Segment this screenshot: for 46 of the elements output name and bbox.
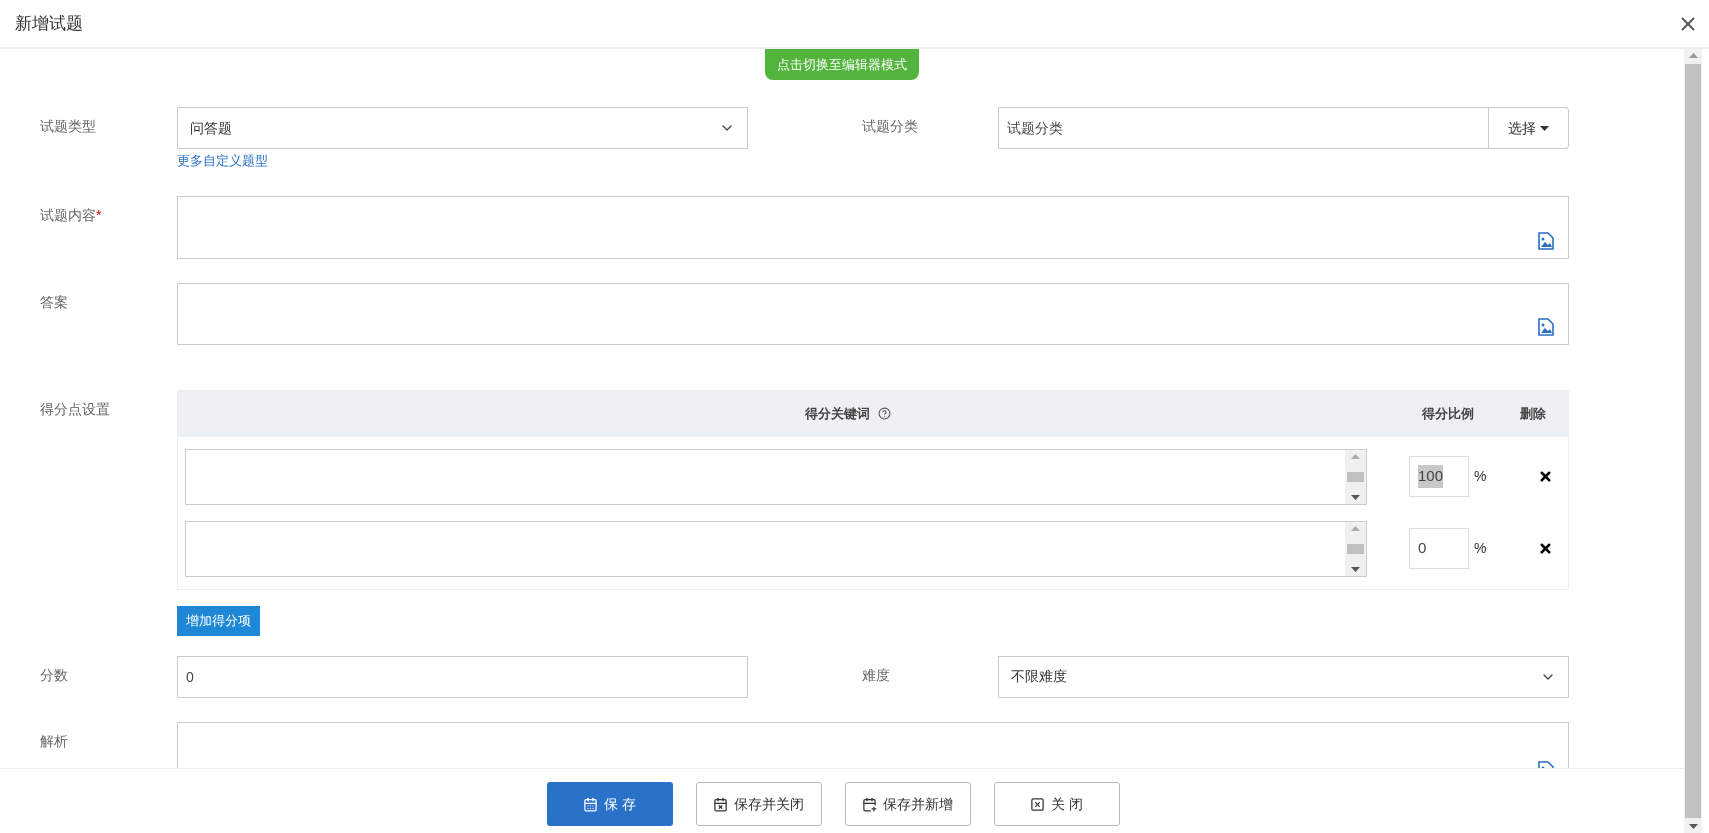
image-icon[interactable] bbox=[1538, 317, 1554, 336]
footer-button[interactable]: 保 存 bbox=[546, 782, 673, 826]
scroll-up-icon[interactable] bbox=[1351, 525, 1360, 531]
scroll-down-icon[interactable] bbox=[1351, 494, 1360, 500]
button-icon bbox=[713, 796, 728, 812]
scroll-down-icon[interactable] bbox=[1351, 566, 1360, 572]
field-label: 试题类型 bbox=[40, 118, 96, 134]
footer-button[interactable]: 关 闭 bbox=[993, 782, 1120, 826]
button-icon bbox=[862, 796, 877, 812]
scroll-up-icon[interactable] bbox=[1688, 53, 1698, 58]
footer-button[interactable]: 保存并关闭 bbox=[695, 782, 822, 826]
field-label: 答案 bbox=[40, 293, 68, 310]
button-icon bbox=[1030, 796, 1046, 812]
field-label: 分数 bbox=[40, 666, 68, 683]
caret-icon bbox=[1540, 125, 1549, 131]
column-header: 得分关键词 bbox=[805, 404, 870, 423]
add-score-item-button[interactable]: 增加得分项 bbox=[177, 605, 260, 636]
scroll-down-icon[interactable] bbox=[1688, 824, 1698, 829]
column-header: 得分比例 bbox=[1422, 405, 1474, 421]
question-type-select[interactable]: 问答题 bbox=[177, 107, 748, 149]
field-label: 解析 bbox=[40, 732, 68, 749]
image-icon[interactable] bbox=[1538, 231, 1554, 250]
scroll-thumb[interactable] bbox=[1347, 471, 1364, 482]
scrollbar[interactable] bbox=[1345, 521, 1366, 576]
scroll-thumb[interactable] bbox=[1347, 543, 1364, 554]
scrollbar[interactable] bbox=[1345, 449, 1366, 504]
percent-unit: % bbox=[1474, 539, 1487, 558]
field-label: 试题分类 bbox=[862, 118, 918, 134]
field-label: 难度 bbox=[862, 666, 890, 683]
custom-type-link[interactable]: 更多自定义题型 bbox=[177, 151, 748, 171]
column-header: 删除 bbox=[1520, 405, 1546, 421]
percent-unit: % bbox=[1474, 467, 1487, 486]
field-label: 试题内容* bbox=[40, 206, 102, 223]
dialog-title: 新增试题 bbox=[15, 12, 83, 35]
button-icon bbox=[583, 796, 599, 812]
ratio-input[interactable]: 0 bbox=[1418, 537, 1427, 560]
footer-button[interactable]: 保存并新增 bbox=[844, 782, 971, 826]
ratio-input[interactable]: 100 bbox=[1418, 465, 1444, 488]
score-input[interactable]: 0 bbox=[177, 655, 748, 698]
scroll-up-icon[interactable] bbox=[1351, 453, 1360, 459]
category-input[interactable]: 试题分类 bbox=[998, 107, 1489, 149]
field-label: 得分点设置 bbox=[40, 400, 110, 417]
select-dropdown-button[interactable]: 选择 bbox=[1489, 107, 1569, 149]
difficulty-select[interactable]: 不限难度 bbox=[998, 655, 1569, 698]
scrollbar[interactable] bbox=[1684, 49, 1702, 833]
help-icon[interactable] bbox=[878, 407, 891, 420]
